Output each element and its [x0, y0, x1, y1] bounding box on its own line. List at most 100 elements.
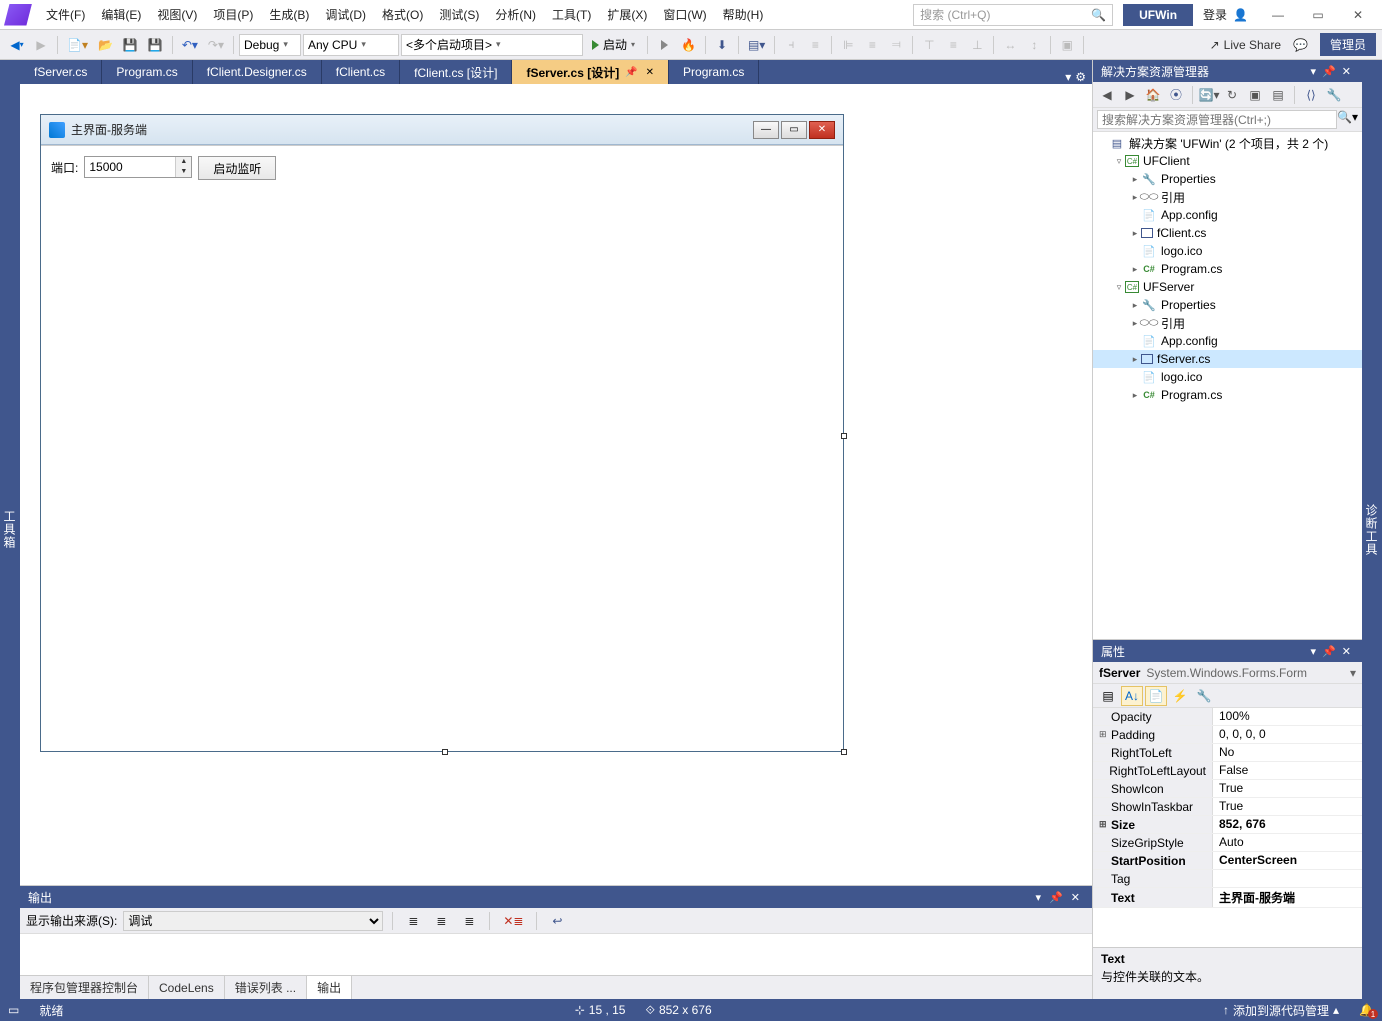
global-search-input[interactable]: 搜索 (Ctrl+Q) 🔍 — [913, 4, 1113, 26]
open-file-button[interactable]: 📂 — [94, 34, 117, 56]
menu-8[interactable]: 分析(N) — [487, 2, 544, 27]
hot-reload-button[interactable]: 🔥 — [677, 34, 700, 56]
start-debug-button[interactable]: 启动▾ — [585, 34, 642, 56]
menu-6[interactable]: 格式(O) — [374, 2, 431, 27]
align-center-button[interactable]: ≡ — [861, 34, 883, 56]
maximize-button[interactable]: ▭ — [1298, 2, 1338, 28]
toolbox-rail-tab[interactable]: 工具箱 — [1, 506, 18, 553]
doc-tab-5[interactable]: fServer.cs [设计]📌 — [512, 60, 669, 84]
prop-row-Size[interactable]: ⊞Size852, 676 — [1093, 816, 1362, 834]
bottom-tab-2[interactable]: 错误列表 ... — [225, 976, 307, 999]
port-value-field[interactable] — [85, 157, 175, 177]
output-textarea[interactable] — [20, 934, 1092, 975]
doc-tab-4[interactable]: fClient.cs [设计] — [400, 60, 512, 84]
prop-row-RightToLeftLayout[interactable]: RightToLeftLayoutFalse — [1093, 762, 1362, 780]
tree-item-6[interactable]: 📄logo.ico — [1093, 242, 1362, 260]
doc-tab-0[interactable]: fServer.cs — [20, 60, 102, 84]
designer-surface[interactable]: 主界面-服务端 — ▭ ✕ 端口: ▲▼ 启动监听 — [20, 84, 1092, 885]
redo-button[interactable]: ↷▾ — [204, 34, 228, 56]
align-button-1[interactable]: ⫞ — [780, 34, 802, 56]
save-all-button[interactable]: 💾 — [144, 34, 167, 56]
prop-row-Tag[interactable]: Tag — [1093, 870, 1362, 888]
tree-item-11[interactable]: 📄App.config — [1093, 332, 1362, 350]
doc-tab-3[interactable]: fClient.cs — [322, 60, 400, 84]
solution-tree[interactable]: ▤解决方案 'UFWin' (2 个项目，共 2 个)▿C#UFClient▸🔧… — [1093, 132, 1362, 639]
tree-item-9[interactable]: ▸🔧Properties — [1093, 296, 1362, 314]
menu-7[interactable]: 测试(S) — [431, 2, 487, 27]
menu-11[interactable]: 窗口(W) — [655, 2, 714, 27]
out-btn-2[interactable]: ≣ — [430, 910, 452, 932]
categorized-icon[interactable]: ▤ — [1097, 686, 1119, 706]
out-btn-1[interactable]: ≣ — [402, 910, 424, 932]
menu-5[interactable]: 调试(D) — [317, 2, 374, 27]
align-button-2[interactable]: ≡ — [804, 34, 826, 56]
bottom-tab-0[interactable]: 程序包管理器控制台 — [20, 976, 149, 999]
live-share-button[interactable]: ↗ Live Share — [1204, 38, 1287, 52]
login-button[interactable]: 登录 👤 — [1203, 6, 1248, 23]
se-sync-icon[interactable]: ↻ — [1222, 85, 1242, 105]
se-dropdown-icon[interactable]: ▾ — [1308, 65, 1320, 78]
minimize-button[interactable]: — — [1258, 2, 1298, 28]
tree-item-4[interactable]: 📄App.config — [1093, 206, 1362, 224]
output-source-combo[interactable]: 调试 — [123, 911, 383, 931]
menu-1[interactable]: 编辑(E) — [93, 2, 149, 27]
tree-item-3[interactable]: ▸⬭⬭引用 — [1093, 188, 1362, 206]
prop-row-Padding[interactable]: ⊞Padding0, 0, 0, 0 — [1093, 726, 1362, 744]
doc-tab-1[interactable]: Program.cs — [102, 60, 192, 84]
tree-item-8[interactable]: ▿C#UFServer — [1093, 278, 1362, 296]
tab-options-icon[interactable]: ⚙ — [1075, 70, 1086, 84]
alphabetical-icon[interactable]: A↓ — [1121, 686, 1143, 706]
bottom-tab-3[interactable]: 输出 — [307, 976, 352, 999]
align-bottom-button[interactable]: ⊥ — [966, 34, 988, 56]
prop-row-SizeGripStyle[interactable]: SizeGripStyleAuto — [1093, 834, 1362, 852]
prop-row-RightToLeft[interactable]: RightToLeftNo — [1093, 744, 1362, 762]
status-tasks-icon[interactable]: ▭ — [8, 1003, 19, 1017]
tree-item-12[interactable]: ▸fServer.cs — [1093, 350, 1362, 368]
tree-item-1[interactable]: ▿C#UFClient — [1093, 152, 1362, 170]
feedback-button[interactable]: 💬 — [1289, 34, 1312, 56]
bottom-tab-1[interactable]: CodeLens — [149, 976, 225, 999]
se-back-icon[interactable]: ◀ — [1097, 85, 1117, 105]
menu-3[interactable]: 项目(P) — [205, 2, 261, 27]
se-close-icon[interactable]: ✕ — [1339, 65, 1354, 78]
config-combo[interactable]: Debug▾ — [239, 34, 301, 56]
align-top-button[interactable]: ⊤ — [918, 34, 940, 56]
doc-tab-6[interactable]: Program.cs — [669, 60, 759, 84]
se-refresh-icon[interactable]: 🔄▾ — [1199, 85, 1219, 105]
diagnostics-rail-tab[interactable]: 诊断工具 — [1363, 504, 1380, 556]
out-btn-3[interactable]: ≣ — [458, 910, 480, 932]
menu-2[interactable]: 视图(V) — [149, 2, 205, 27]
platform-combo[interactable]: Any CPU▾ — [303, 34, 399, 56]
port-numeric-input[interactable]: ▲▼ — [84, 156, 192, 178]
pp-close-icon[interactable]: ✕ — [1339, 645, 1354, 658]
nav-fwd-button[interactable]: ▶ — [30, 34, 52, 56]
save-button[interactable]: 💾 — [119, 34, 142, 56]
properties-grid[interactable]: Opacity100%⊞Padding0, 0, 0, 0RightToLeft… — [1093, 708, 1362, 947]
se-props-icon[interactable]: 🔧 — [1324, 85, 1344, 105]
align-left-button[interactable]: ⊫ — [837, 34, 859, 56]
tree-item-5[interactable]: ▸fClient.cs — [1093, 224, 1362, 242]
start-listen-button[interactable]: 启动监听 — [198, 156, 276, 180]
step-button[interactable]: ⬇ — [711, 34, 733, 56]
menu-0[interactable]: 文件(F) — [38, 2, 93, 27]
start-nodebug-button[interactable] — [653, 34, 675, 56]
se-code-icon[interactable]: ⟨⟩ — [1301, 85, 1321, 105]
source-control-button[interactable]: ↑ 添加到源代码管理 ▴ — [1223, 1002, 1339, 1019]
close-button[interactable]: ✕ — [1338, 2, 1378, 28]
menu-12[interactable]: 帮助(H) — [715, 2, 772, 27]
align-mid-button[interactable]: ≡ — [942, 34, 964, 56]
solution-search-input[interactable] — [1097, 110, 1337, 129]
form-designer-canvas[interactable]: 主界面-服务端 — ▭ ✕ 端口: ▲▼ 启动监听 — [40, 114, 844, 752]
nav-back-button[interactable]: ◀▾ — [6, 34, 28, 56]
panel-dropdown-icon[interactable]: ▾ — [1032, 891, 1046, 904]
menu-10[interactable]: 扩展(X) — [599, 2, 655, 27]
menu-9[interactable]: 工具(T) — [544, 2, 599, 27]
se-pin-icon[interactable]: 📌 — [1319, 65, 1339, 78]
events-icon[interactable]: ⚡ — [1169, 686, 1191, 706]
notifications-button[interactable]: 🔔1 — [1359, 1003, 1374, 1017]
new-item-button[interactable]: 📄▾ — [63, 34, 92, 56]
se-fwd-icon[interactable]: ▶ — [1120, 85, 1140, 105]
tree-item-13[interactable]: 📄logo.ico — [1093, 368, 1362, 386]
form-body[interactable]: 端口: ▲▼ 启动监听 — [41, 145, 843, 751]
tree-item-7[interactable]: ▸C#Program.cs — [1093, 260, 1362, 278]
